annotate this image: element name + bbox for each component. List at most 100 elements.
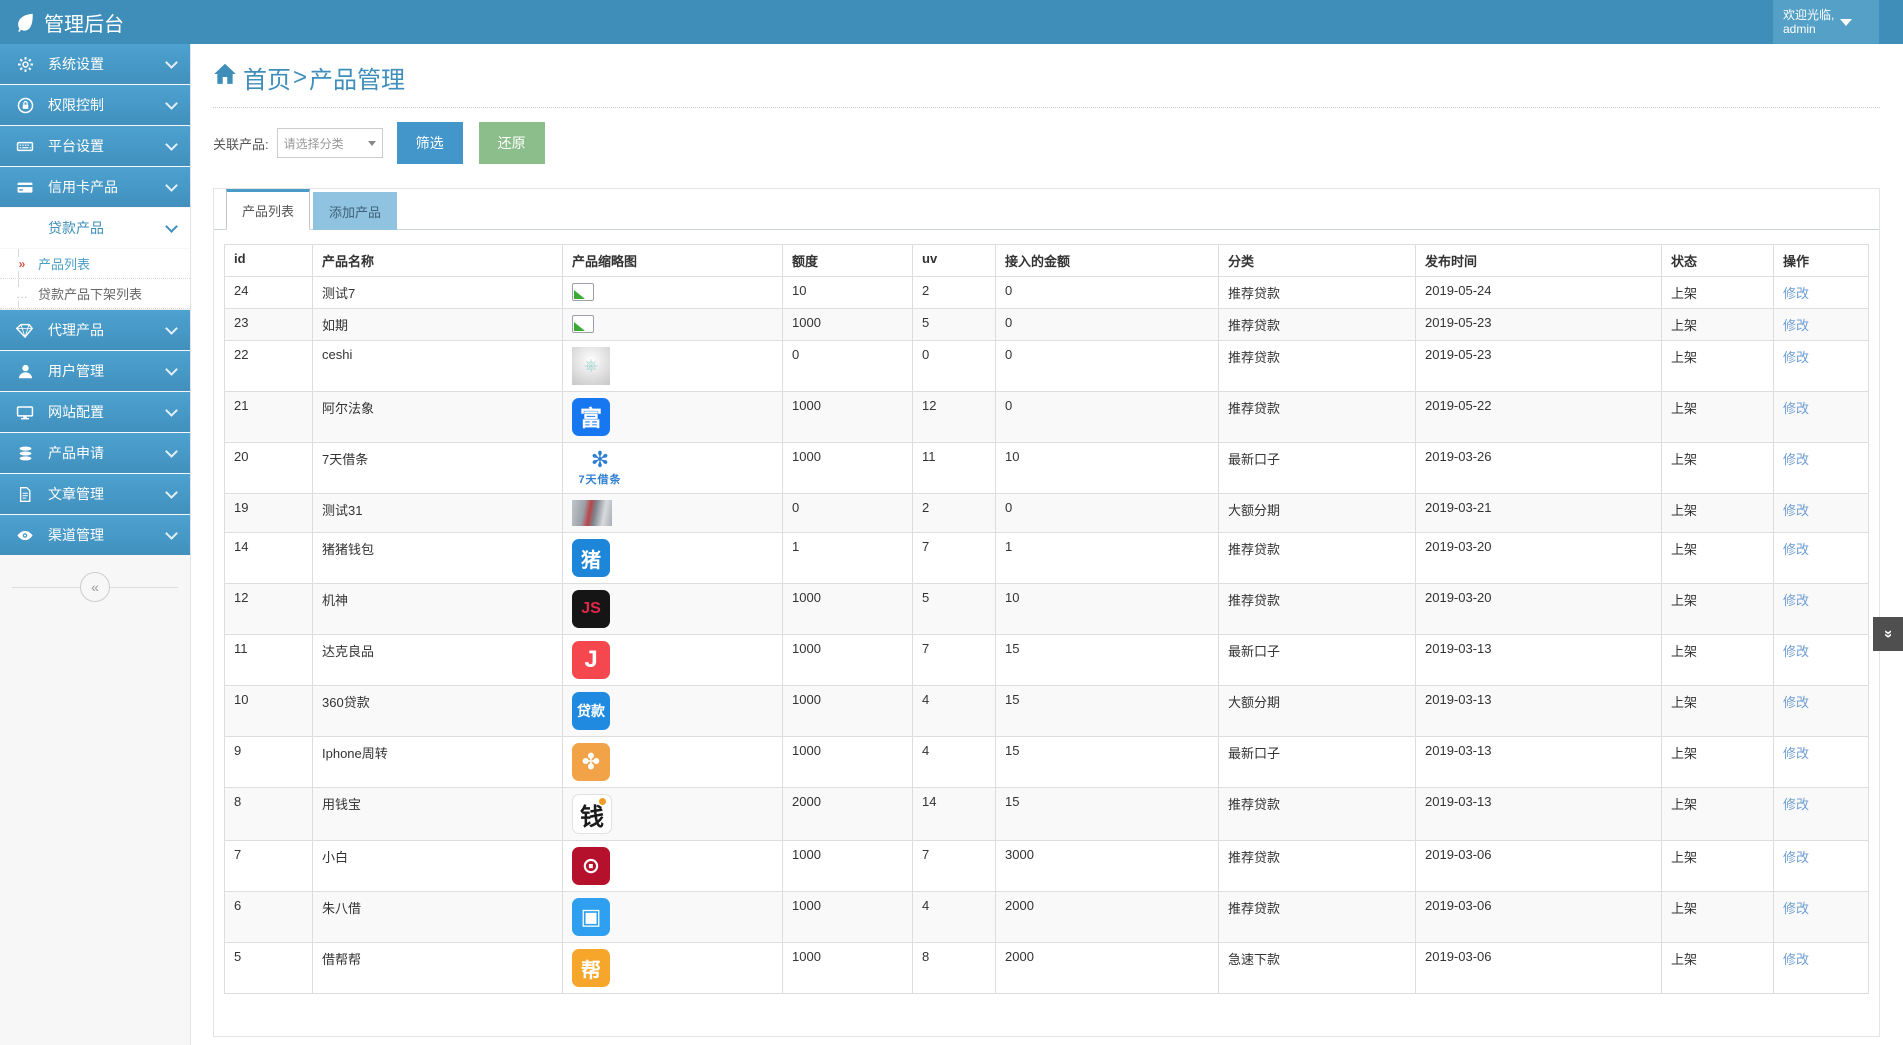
modify-link[interactable]: 修改 [1783, 318, 1809, 333]
modify-link[interactable]: 修改 [1783, 644, 1809, 659]
sidebar-item[interactable]: 网站配置 [0, 392, 190, 432]
sidebar-subitem[interactable]: » 产品列表 [0, 249, 190, 279]
sidebar-item-label: 系统设置 [48, 56, 104, 72]
sidebar-nav: 系统设置权限控制平台设置 信用卡产品 贷款产品 » 产品列表 … 贷款产品下架列表 代理产品用… [0, 44, 190, 556]
cell-action: 修改 [1773, 942, 1869, 994]
yongqianbao-app-icon: 钱 [572, 794, 612, 834]
cell-status: 上架 [1661, 942, 1774, 994]
modify-link[interactable]: 修改 [1783, 901, 1809, 916]
cell-category: 最新口子 [1218, 736, 1416, 788]
sidebar-collapse-button[interactable]: « [80, 572, 110, 602]
category-select-value: 请选择分类 [283, 136, 344, 151]
modify-link[interactable]: 修改 [1783, 503, 1809, 518]
sidebar-item[interactable]: 文章管理 [0, 474, 190, 514]
cell-name: 阿尔法象 [312, 391, 563, 443]
sidebar-subitem[interactable]: … 贷款产品下架列表 [0, 279, 190, 309]
modify-link[interactable]: 修改 [1783, 952, 1809, 967]
cell-category: 推荐贷款 [1218, 787, 1416, 841]
cell-uv: 7 [912, 532, 996, 584]
modify-link[interactable]: 修改 [1783, 350, 1809, 365]
cell-amount: 15 [995, 634, 1219, 686]
cell-thumb: ⎈ [562, 340, 783, 392]
cell-uv: 7 [912, 840, 996, 892]
sidebar-item[interactable]: 权限控制 [0, 85, 190, 125]
modify-link[interactable]: 修改 [1783, 593, 1809, 608]
cell-id: 9 [224, 736, 313, 788]
tab-product-list[interactable]: 产品列表 [226, 189, 311, 230]
modify-link[interactable]: 修改 [1783, 797, 1809, 812]
cell-id: 8 [224, 787, 313, 841]
table-wrap: id 产品名称 产品缩略图 额度 uv 接入的金额 分类 发布时间 状态 操作 24 测试7 10 2 0… [214, 230, 1879, 994]
sidebar-item[interactable]: 信用卡产品 [0, 167, 190, 207]
breadcrumb-home-link[interactable]: 首页 [243, 60, 291, 95]
cell-category: 推荐贷款 [1218, 276, 1416, 309]
sidebar-item[interactable]: 代理产品 [0, 310, 190, 350]
cell-name: 小白 [312, 840, 563, 892]
filter-button[interactable]: 筛选 [396, 122, 463, 164]
modify-link[interactable]: 修改 [1783, 452, 1809, 467]
cell-amount: 15 [995, 685, 1219, 737]
column-header: 发布时间 [1415, 244, 1662, 277]
tab-add-product[interactable]: 添加产品 [313, 192, 398, 230]
cell-amount: 2000 [995, 942, 1219, 994]
table-header-row: id 产品名称 产品缩略图 额度 uv 接入的金额 分类 发布时间 状态 操作 [224, 244, 1869, 277]
user-menu[interactable]: 欢迎光临, admin [1773, 0, 1879, 44]
cell-name: 猪猪钱包 [312, 532, 563, 584]
cell-date: 2019-03-13 [1415, 634, 1662, 686]
modify-link[interactable]: 修改 [1783, 401, 1809, 416]
reset-button[interactable]: 还原 [478, 122, 545, 164]
cell-date: 2019-03-06 [1415, 891, 1662, 943]
cell-id: 23 [224, 308, 313, 341]
sidebar-item[interactable]: 平台设置 [0, 126, 190, 166]
cell-date: 2019-03-13 [1415, 685, 1662, 737]
ceshi-helm-thumbnail: ⎈ [572, 347, 610, 385]
column-header: id [224, 244, 313, 277]
modify-link[interactable]: 修改 [1783, 286, 1809, 301]
modify-link[interactable]: 修改 [1783, 695, 1809, 710]
cell-name: 用钱宝 [312, 787, 563, 841]
cell-amount: 0 [995, 493, 1219, 533]
cell-name: 如期 [312, 308, 563, 341]
cell-id: 6 [224, 891, 313, 943]
cell-quota: 1000 [782, 442, 913, 494]
cell-category: 大额分期 [1218, 493, 1416, 533]
column-header: 接入的金额 [995, 244, 1219, 277]
360-loan-app-icon: 贷款 [572, 692, 610, 730]
sidebar-subitem-label: 产品列表 [38, 257, 91, 272]
cell-quota: 1000 [782, 685, 913, 737]
modify-link[interactable]: 修改 [1783, 850, 1809, 865]
cell-thumb [562, 276, 783, 309]
sidebar-item[interactable]: 产品申请 [0, 433, 190, 473]
cell-status: 上架 [1661, 634, 1774, 686]
table-row: 20 7天借条 ✻ 7天借条 1000 11 10 最新口子 2019-03-26 上架 修改 [224, 442, 1869, 494]
cell-status: 上架 [1661, 532, 1774, 584]
sidebar-item[interactable]: 用户管理 [0, 351, 190, 391]
category-select[interactable]: 请选择分类 [276, 128, 383, 158]
tabs-row: 产品列表 添加产品 [214, 189, 1879, 230]
modify-link[interactable]: 修改 [1783, 746, 1809, 761]
modify-link[interactable]: 修改 [1783, 542, 1809, 557]
sidebar-item[interactable]: 系统设置 [0, 44, 190, 84]
sidebar-item[interactable]: 渠道管理 [0, 515, 190, 555]
sidebar-item[interactable]: 贷款产品 [0, 208, 190, 248]
cell-uv: 2 [912, 493, 996, 533]
table-row: 24 测试7 10 2 0 推荐贷款 2019-05-24 上架 修改 [224, 276, 1869, 309]
cell-thumb: ⊙ [562, 840, 783, 892]
breadcrumb-separator: > [293, 63, 308, 91]
top-header: 管理后台 欢迎光临, admin [0, 0, 1903, 44]
cell-id: 10 [224, 685, 313, 737]
cell-id: 7 [224, 840, 313, 892]
credit-card-icon [16, 179, 34, 196]
table-row: 9 Iphone周转 ✤ 1000 4 15 最新口子 2019-03-13 上架 修改 [224, 736, 1869, 788]
chevron-down-icon [165, 55, 178, 69]
sidebar-item-label: 权限控制 [48, 97, 104, 113]
cell-amount: 10 [995, 442, 1219, 494]
back-to-top-button[interactable]: « [1873, 617, 1903, 651]
gear-icon [16, 56, 34, 73]
jiebangbang-app-icon: 帮 [572, 949, 610, 987]
cell-amount: 0 [995, 308, 1219, 341]
cell-name: 测试7 [312, 276, 563, 309]
cell-date: 2019-03-20 [1415, 532, 1662, 584]
cell-category: 推荐贷款 [1218, 891, 1416, 943]
cell-status: 上架 [1661, 685, 1774, 737]
